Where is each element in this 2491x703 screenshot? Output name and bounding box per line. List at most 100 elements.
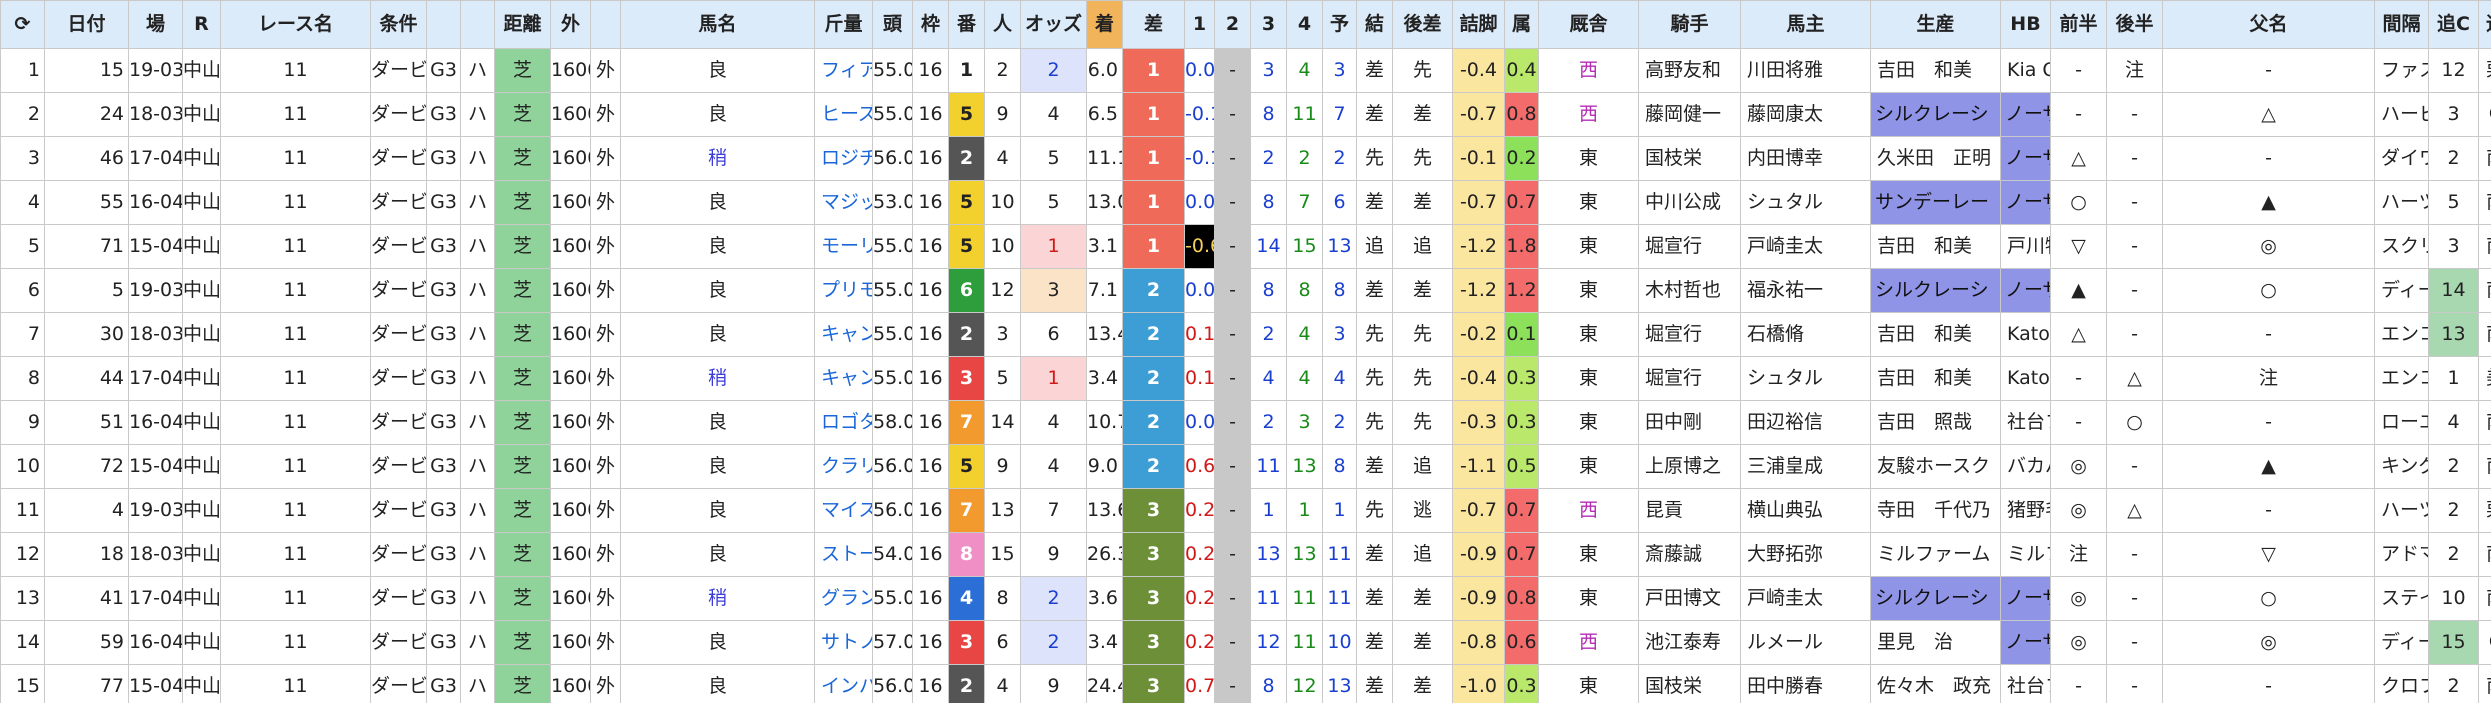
- hb-mark: ◎: [2050, 620, 2107, 665]
- horse-link[interactable]: キャンベルジュニア: [814, 356, 873, 401]
- col-header[interactable]: 斤量: [814, 0, 873, 49]
- frame: 3: [948, 356, 985, 401]
- col-header[interactable]: [426, 0, 461, 49]
- table-row[interactable]: 107215-04/05中山11ダービーＣＴG3ハ芝1600外良クラリティシチー…: [0, 444, 2491, 489]
- table-row[interactable]: 121818-03/31中山11ダービーＣＴG3ハ芝1600外良ストーミーシー5…: [0, 532, 2491, 577]
- jockey: 石橋脩: [1740, 312, 1871, 357]
- col-header[interactable]: レース名: [220, 0, 371, 49]
- col-header[interactable]: 頭: [872, 0, 913, 49]
- col-header[interactable]: 追指: [2478, 0, 2491, 49]
- col-header[interactable]: 人: [984, 0, 1021, 49]
- col-header[interactable]: 前半: [2050, 0, 2107, 49]
- col-header[interactable]: 後差: [1392, 0, 1453, 49]
- horse-link[interactable]: グランシルク: [814, 576, 873, 621]
- horse-link[interactable]: ロジチャリス: [814, 136, 873, 181]
- late-margin: -0.4: [1452, 356, 1505, 401]
- table-row[interactable]: 34617-04/01中山11ダービーＣＴG3ハ芝1600外稍ロジチャリス56.…: [0, 136, 2491, 181]
- surface: 芝: [494, 224, 551, 269]
- col-header[interactable]: 厩舎: [1538, 0, 1639, 49]
- col-header[interactable]: 場: [128, 0, 183, 49]
- col-header[interactable]: 父名: [2162, 0, 2375, 49]
- corner-1: -: [1214, 620, 1251, 665]
- corner-4: 1: [1322, 488, 1357, 533]
- refresh-button[interactable]: ⟳: [0, 0, 45, 49]
- table-row[interactable]: 157715-04/05中山11ダービーＣＴG3ハ芝1600外良インパルスヒーロ…: [0, 664, 2491, 703]
- corner-4: 3: [1322, 48, 1357, 93]
- surface: 芝: [494, 48, 551, 93]
- col-header[interactable]: 結: [1356, 0, 1393, 49]
- race-date: 18-03/31: [128, 312, 183, 357]
- horse-link[interactable]: サトノアラジン: [814, 620, 873, 665]
- horse-link[interactable]: プリモシーン: [814, 268, 873, 313]
- col-header[interactable]: 3: [1250, 0, 1287, 49]
- horse-link[interactable]: フィアーノロマーノ: [814, 48, 873, 93]
- col-header[interactable]: 属: [1504, 0, 1539, 49]
- col-header[interactable]: 詰脚: [1452, 0, 1505, 49]
- col-header[interactable]: 馬名: [620, 0, 815, 49]
- going: 良: [620, 620, 815, 665]
- hb-mark: -: [2050, 356, 2107, 401]
- col-header[interactable]: 着: [1086, 0, 1123, 49]
- table-row[interactable]: 73018-03/31中山11ダービーＣＴG3ハ芝1600外良キャンベルジュニア…: [0, 312, 2491, 357]
- table-row[interactable]: 11519-03/30中山11ダービーＣＴG3ハ芝1600外良フィアーノロマーノ…: [0, 48, 2491, 93]
- table-row[interactable]: 11419-03/30中山11ダービーＣＴG3ハ芝1600外良マイスタイル56.…: [0, 488, 2491, 533]
- horse-link[interactable]: マジックタイム: [814, 180, 873, 225]
- col-header[interactable]: [460, 0, 495, 49]
- col-header[interactable]: [590, 0, 621, 49]
- col-header[interactable]: オッズ: [1020, 0, 1087, 49]
- table-row[interactable]: 22418-03/31中山11ダービーＣＴG3ハ芝1600外良ヒーズインラブ55…: [0, 92, 2491, 137]
- horse-link[interactable]: ストーミーシー: [814, 532, 873, 577]
- col-header[interactable]: 外: [550, 0, 591, 49]
- table-row[interactable]: 84417-04/01中山11ダービーＣＴG3ハ芝1600外稍キャンベルジュニア…: [0, 356, 2491, 401]
- table-row[interactable]: 134117-04/01中山11ダービーＣＴG3ハ芝1600外稍グランシルク55…: [0, 576, 2491, 621]
- horse-link[interactable]: キャンベルジュニア: [814, 312, 873, 357]
- col-header[interactable]: 騎手: [1638, 0, 1741, 49]
- col-header[interactable]: 日付: [44, 0, 129, 49]
- horse-link[interactable]: マイスタイル: [814, 488, 873, 533]
- owner: 寺田 千代乃: [1870, 488, 2001, 533]
- col-header[interactable]: 生産: [1870, 0, 2001, 49]
- race-name: ダービーＣＴ: [370, 312, 427, 357]
- table-row[interactable]: 45516-04/03中山11ダービーＣＴG3ハ芝1600外良マジックタイム53…: [0, 180, 2491, 225]
- breeder: 社台ファーム: [2000, 400, 2051, 445]
- col-header[interactable]: 枠: [912, 0, 949, 49]
- weight: 55.0: [872, 224, 913, 269]
- training-course: 南W: [2478, 532, 2491, 577]
- handicap: ハ: [460, 180, 495, 225]
- col-header[interactable]: 後半: [2106, 0, 2163, 49]
- col-header[interactable]: 差: [1122, 0, 1185, 49]
- row-index: 12: [0, 532, 45, 577]
- col-header[interactable]: 1: [1184, 0, 1215, 49]
- table-row[interactable]: 6519-03/30中山11ダービーＣＴG3ハ芝1600外良プリモシーン55.0…: [0, 268, 2491, 313]
- table-row[interactable]: 95116-04/03中山11ダービーＣＴG3ハ芝1600外良ロゴタイプ58.0…: [0, 400, 2491, 445]
- closing-pace: 1.2: [1504, 268, 1539, 313]
- table-row[interactable]: 57115-04/05中山11ダービーＣＴG3ハ芝1600外良モーリス55.01…: [0, 224, 2491, 269]
- stable: 堀宣行: [1638, 312, 1741, 357]
- horse-link[interactable]: クラリティシチー: [814, 444, 873, 489]
- race-grade: G3: [426, 444, 461, 489]
- course-out: 外: [590, 400, 621, 445]
- affiliation: 西: [1538, 92, 1639, 137]
- horse-link[interactable]: ロゴタイプ: [814, 400, 873, 445]
- table-row[interactable]: 145916-04/03中山11ダービーＣＴG3ハ芝1600外良サトノアラジン5…: [0, 620, 2491, 665]
- col-header[interactable]: 追C: [2428, 0, 2479, 49]
- course-out: 外: [590, 532, 621, 577]
- odds: 7.1: [1086, 268, 1123, 313]
- col-header[interactable]: 条件: [370, 0, 427, 49]
- race-name: ダービーＣＴ: [370, 224, 427, 269]
- col-header[interactable]: 2: [1214, 0, 1251, 49]
- col-header[interactable]: 距離: [494, 0, 551, 49]
- col-header[interactable]: R: [182, 0, 221, 49]
- horse-link[interactable]: モーリス: [814, 224, 873, 269]
- finish: 3: [1122, 576, 1185, 621]
- horse-link[interactable]: インパルスヒーロー: [814, 664, 873, 703]
- breeder: ノーザンファ: [2000, 268, 2051, 313]
- col-header[interactable]: 予: [1322, 0, 1357, 49]
- col-header[interactable]: 馬主: [1740, 0, 1871, 49]
- col-header[interactable]: 4: [1286, 0, 1323, 49]
- col-header[interactable]: 番: [948, 0, 985, 49]
- horse-link[interactable]: ヒーズインラブ: [814, 92, 873, 137]
- col-header[interactable]: HB: [2000, 0, 2051, 49]
- weight: 53.0: [872, 180, 913, 225]
- col-header[interactable]: 間隔: [2374, 0, 2429, 49]
